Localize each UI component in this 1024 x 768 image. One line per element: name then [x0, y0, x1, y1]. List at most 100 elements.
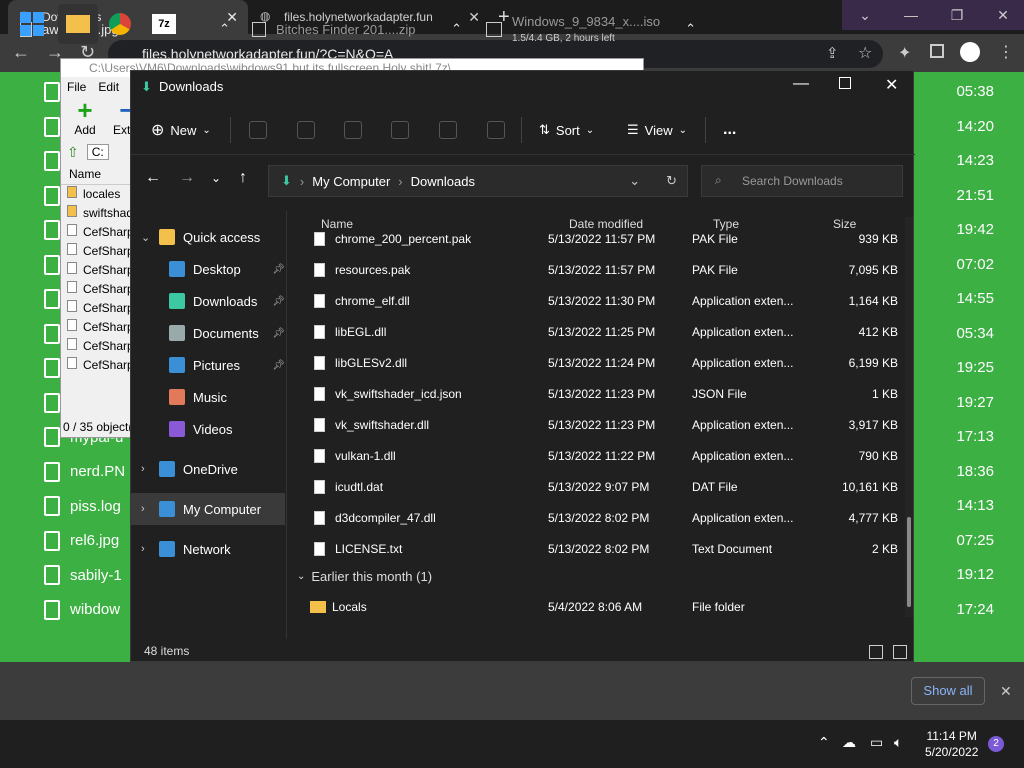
cut-icon[interactable]: [249, 117, 267, 143]
delete-icon[interactable]: [487, 117, 505, 143]
file-row[interactable]: d3dcompiler_47.dll 5/13/2022 8:02 PM Appli…: [308, 502, 898, 533]
file-row[interactable]: LICENSE.txt 5/13/2022 8:02 PM Text Documen…: [308, 533, 898, 564]
path-field[interactable]: C:: [86, 144, 109, 160]
rename-icon[interactable]: [391, 117, 409, 143]
sidebar-item-pictures[interactable]: Pictures 📌︎: [131, 349, 285, 381]
close-icon[interactable]: ✕: [1000, 683, 1012, 700]
cloud-icon[interactable]: ☁: [842, 734, 856, 751]
start-button[interactable]: [12, 4, 52, 44]
page-list-item[interactable]: wibdow: [44, 594, 120, 626]
file-date: 5/13/2022 8:02 PM: [548, 510, 650, 525]
file-row[interactable]: vulkan-1.dll 5/13/2022 11:22 PM Applicatio…: [308, 440, 898, 471]
file-row[interactable]: libGLESv2.dll 5/13/2022 11:24 PM Applicati…: [308, 347, 898, 378]
share-icon[interactable]: [439, 117, 457, 143]
menu-edit[interactable]: Edit: [98, 77, 119, 97]
breadcrumb-item[interactable]: My Computer: [312, 174, 390, 189]
taskbar-7zip[interactable]: 7z: [144, 4, 184, 44]
sidebar-item-videos[interactable]: Videos: [131, 413, 285, 445]
page-list-item[interactable]: nerd.PN: [44, 456, 125, 488]
refresh-icon[interactable]: ↻: [666, 173, 677, 189]
chevron-down-icon[interactable]: ⌄: [842, 0, 888, 30]
group-header[interactable]: ⌄ Earlier this month (1): [297, 569, 432, 584]
show-all-button[interactable]: Show all: [911, 677, 985, 705]
sidebar-item-my-computer[interactable]: › My Computer: [131, 493, 285, 525]
page-file-name[interactable]: sabily-1: [70, 567, 122, 584]
forward-icon[interactable]: →: [179, 169, 195, 187]
file-row[interactable]: libEGL.dll 5/13/2022 11:25 PM Application …: [308, 316, 898, 347]
new-button[interactable]: ⊕ New ⌄: [151, 117, 211, 143]
up-folder-icon[interactable]: ⇧: [67, 144, 79, 161]
taskbar-file-explorer[interactable]: [58, 4, 98, 44]
file-row[interactable]: vk_swiftshader.dll 5/13/2022 11:23 PM Appl…: [308, 409, 898, 440]
taskbar-chrome[interactable]: [100, 4, 140, 44]
page-list-item[interactable]: sabily-1: [44, 559, 122, 591]
chevron-up-icon[interactable]: ⌃: [818, 734, 830, 751]
minimize-icon[interactable]: —: [793, 75, 809, 93]
back-icon[interactable]: ←: [145, 169, 161, 187]
file-name: chrome_200_percent.pak: [335, 231, 472, 246]
page-scrollbar[interactable]: [1008, 72, 1024, 662]
chevron-down-icon[interactable]: ⌄: [629, 173, 640, 189]
sidebar-item-quick-access[interactable]: ⌄ Quick access: [131, 221, 285, 253]
extensions-icon[interactable]: ✦: [898, 43, 911, 63]
page-file-name[interactable]: rel6.jpg: [70, 532, 119, 549]
share-icon[interactable]: ⇪: [826, 44, 839, 62]
chevron-icon[interactable]: ⌄: [141, 231, 151, 244]
clock[interactable]: 11:14 PM 5/20/2022: [925, 728, 978, 760]
sort-button[interactable]: ⇅ Sort ⌄: [539, 117, 594, 143]
star-icon[interactable]: ☆: [858, 43, 872, 63]
page-file-name[interactable]: nerd.PN: [70, 463, 125, 480]
chevron-up-icon[interactable]: ⌃: [451, 21, 462, 37]
menu-file[interactable]: File: [67, 77, 86, 97]
minimize-icon[interactable]: —: [888, 0, 934, 30]
sidebar-item-network[interactable]: › Network: [131, 533, 285, 565]
folder-row[interactable]: Locals 5/4/2022 8:06 AM File folder: [308, 591, 898, 622]
file-row[interactable]: vk_swiftshader_icd.json 5/13/2022 11:23 P…: [308, 378, 898, 409]
file-row[interactable]: chrome_200_percent.pak 5/13/2022 11:57 PM…: [308, 223, 898, 254]
tiles-view-icon[interactable]: [893, 645, 907, 659]
file-row[interactable]: icudtl.dat 5/13/2022 9:07 PM DAT File 10,16…: [308, 471, 898, 502]
chevron-up-icon[interactable]: ⌃: [685, 21, 696, 37]
close-icon[interactable]: ✕: [885, 75, 898, 95]
more-options-icon[interactable]: ...: [723, 117, 736, 143]
details-view-icon[interactable]: [869, 645, 883, 659]
notification-badge[interactable]: 2: [988, 736, 1004, 752]
sidebar-item-downloads[interactable]: Downloads 📌︎: [131, 285, 285, 317]
sidebar-icon[interactable]: [930, 44, 944, 58]
chevron-icon[interactable]: ›: [141, 503, 151, 515]
search-input[interactable]: Search Downloads: [701, 165, 903, 197]
file-row[interactable]: chrome_elf.dll 5/13/2022 11:30 PM Applicat…: [308, 285, 898, 316]
close-tab-icon[interactable]: ✕: [468, 9, 480, 26]
sidebar-item-onedrive[interactable]: › OneDrive: [131, 453, 285, 485]
view-button[interactable]: ☰ View ⌄: [627, 117, 687, 143]
page-file-name[interactable]: piss.log: [70, 498, 121, 515]
paste-icon[interactable]: [344, 117, 362, 143]
profile-avatar[interactable]: [960, 42, 980, 62]
chevron-up-icon[interactable]: ⌃: [219, 21, 230, 37]
volume-icon[interactable]: 🔈︎: [894, 734, 902, 751]
recent-locations-icon[interactable]: ⌄: [211, 171, 221, 185]
download-item[interactable]: Windows_9_9834_x....iso 1.5/4.4 GB, 2 ho…: [486, 0, 696, 58]
up-icon[interactable]: ↑: [239, 169, 247, 187]
separator: [230, 117, 231, 143]
sidebar-item-music[interactable]: Music: [131, 381, 285, 413]
copy-icon[interactable]: [297, 117, 315, 143]
menu-icon[interactable]: ⋮: [998, 42, 1014, 62]
restore-icon[interactable]: ❐: [934, 0, 980, 30]
breadcrumb[interactable]: ⬇ › My Computer › Downloads ⌄ ↻: [268, 165, 688, 197]
page-file-name[interactable]: wibdow: [70, 601, 120, 618]
page-list-item[interactable]: rel6.jpg: [44, 525, 119, 557]
chevron-icon[interactable]: ›: [141, 543, 151, 555]
file-row[interactable]: resources.pak 5/13/2022 11:57 PM PAK File 7…: [308, 254, 898, 285]
breadcrumb-item[interactable]: Downloads: [411, 174, 475, 189]
sidebar-item-desktop[interactable]: Desktop 📌︎: [131, 253, 285, 285]
close-icon[interactable]: ✕: [980, 0, 1024, 30]
maximize-icon[interactable]: [839, 77, 851, 89]
page-list-item[interactable]: piss.log: [44, 490, 121, 522]
sidebar-item-documents[interactable]: Documents 📌︎: [131, 317, 285, 349]
scroll-thumb[interactable]: [907, 517, 911, 607]
add-button[interactable]: + Add: [67, 97, 103, 141]
download-item[interactable]: Bitches Finder 201....zip ⌃: [252, 0, 462, 58]
network-icon[interactable]: ▭: [870, 734, 883, 751]
chevron-icon[interactable]: ›: [141, 463, 151, 475]
